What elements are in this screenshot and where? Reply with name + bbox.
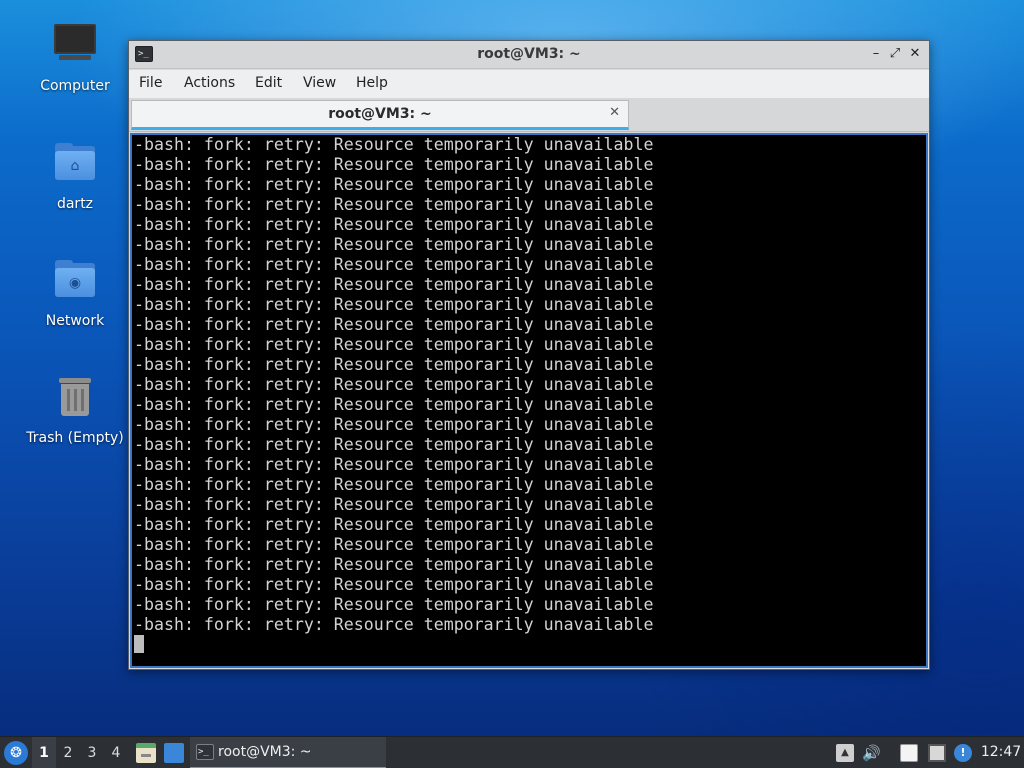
taskbar: ❂ 1 2 3 4 >_ root@VM3: ~ ▲ 🔊 ! 12:47 <box>0 736 1024 768</box>
tray-expand-icon[interactable]: ▲ <box>836 744 854 762</box>
home-folder-icon: ⌂ <box>51 140 99 188</box>
file-manager-icon[interactable] <box>136 743 156 763</box>
network-icon[interactable] <box>928 744 946 762</box>
terminal-line: -bash: fork: retry: Resource temporarily… <box>134 615 654 634</box>
menu-view[interactable]: View <box>303 75 336 91</box>
update-notifier-icon[interactable]: ! <box>954 744 972 762</box>
tab-bar: root@VM3: ~ ✕ <box>129 98 929 132</box>
network-folder-icon: ◉ <box>51 257 99 305</box>
terminal-line: -bash: fork: retry: Resource temporarily… <box>134 435 654 454</box>
terminal-line: -bash: fork: retry: Resource temporarily… <box>134 235 654 254</box>
desktop-icon-label: Computer <box>40 78 110 94</box>
terminal-window: >_ root@VM3: ~ – ⤢ ✕ File Actions Edit V… <box>128 40 930 670</box>
maximize-icon[interactable]: ⤢ <box>886 45 904 63</box>
terminal-icon: >_ <box>196 744 214 760</box>
clock[interactable]: 12:47 <box>980 744 1022 760</box>
tab-close-icon[interactable]: ✕ <box>609 105 620 120</box>
desktop-icon-network[interactable]: ◉ Network <box>20 255 130 345</box>
terminal-line: -bash: fork: retry: Resource temporarily… <box>134 515 654 534</box>
start-menu-icon[interactable]: ❂ <box>4 741 28 765</box>
terminal-line: -bash: fork: retry: Resource temporarily… <box>134 175 654 194</box>
taskbar-item-label: root@VM3: ~ <box>218 744 312 760</box>
menu-help[interactable]: Help <box>356 75 388 91</box>
close-icon[interactable]: ✕ <box>906 45 924 63</box>
terminal-line: -bash: fork: retry: Resource temporarily… <box>134 595 654 614</box>
terminal-line: -bash: fork: retry: Resource temporarily… <box>134 395 654 414</box>
window-title: root@VM3: ~ <box>477 46 581 62</box>
terminal-lines: -bash: fork: retry: Resource temporarily… <box>134 135 654 635</box>
terminal-line: -bash: fork: retry: Resource temporarily… <box>134 295 654 314</box>
terminal-line: -bash: fork: retry: Resource temporarily… <box>134 375 654 394</box>
window-titlebar[interactable]: >_ root@VM3: ~ – ⤢ ✕ <box>129 41 929 69</box>
terminal-line: -bash: fork: retry: Resource temporarily… <box>134 575 654 594</box>
terminal-output[interactable]: -bash: fork: retry: Resource temporarily… <box>130 133 928 668</box>
terminal-line: -bash: fork: retry: Resource temporarily… <box>134 535 654 554</box>
terminal-line: -bash: fork: retry: Resource temporarily… <box>134 475 654 494</box>
desktop-icon-trash[interactable]: Trash (Empty) <box>20 372 130 462</box>
computer-icon <box>51 22 99 70</box>
menu-edit[interactable]: Edit <box>255 75 282 91</box>
terminal-line: -bash: fork: retry: Resource temporarily… <box>134 335 654 354</box>
clipboard-icon[interactable] <box>900 744 918 762</box>
terminal-line: -bash: fork: retry: Resource temporarily… <box>134 155 654 174</box>
terminal-cursor <box>134 635 144 653</box>
workspace-1-button[interactable]: 1 <box>32 737 56 768</box>
workspace-2-button[interactable]: 2 <box>56 737 80 768</box>
terminal-line: -bash: fork: retry: Resource temporarily… <box>134 135 654 154</box>
terminal-line: -bash: fork: retry: Resource temporarily… <box>134 195 654 214</box>
desktop-icon-dartz[interactable]: ⌂ dartz <box>20 138 130 228</box>
workspace-3-button[interactable]: 3 <box>80 737 104 768</box>
terminal-line: -bash: fork: retry: Resource temporarily… <box>134 315 654 334</box>
terminal-line: -bash: fork: retry: Resource temporarily… <box>134 215 654 234</box>
show-desktop-icon[interactable] <box>164 743 184 763</box>
terminal-line: -bash: fork: retry: Resource temporarily… <box>134 355 654 374</box>
tab-terminal[interactable]: root@VM3: ~ ✕ <box>131 100 629 130</box>
menu-file[interactable]: File <box>139 75 162 91</box>
workspace-4-button[interactable]: 4 <box>104 737 128 768</box>
menu-actions[interactable]: Actions <box>184 75 235 91</box>
trash-icon <box>51 374 99 422</box>
desktop-icon-label: Trash (Empty) <box>26 430 124 446</box>
desktop-icon-label: Network <box>45 313 105 329</box>
desktop-icon-label: dartz <box>56 196 94 212</box>
volume-icon[interactable]: 🔊 <box>862 744 881 762</box>
terminal-line: -bash: fork: retry: Resource temporarily… <box>134 555 654 574</box>
taskbar-item-terminal[interactable]: >_ root@VM3: ~ <box>190 737 386 768</box>
tab-title: root@VM3: ~ <box>328 106 432 122</box>
terminal-line: -bash: fork: retry: Resource temporarily… <box>134 455 654 474</box>
minimize-icon[interactable]: – <box>867 45 885 63</box>
terminal-line: -bash: fork: retry: Resource temporarily… <box>134 275 654 294</box>
terminal-line: -bash: fork: retry: Resource temporarily… <box>134 255 654 274</box>
terminal-line: -bash: fork: retry: Resource temporarily… <box>134 495 654 514</box>
menu-bar: File Actions Edit View Help <box>129 70 929 98</box>
desktop-icon-computer[interactable]: Computer <box>20 20 130 110</box>
terminal-line: -bash: fork: retry: Resource temporarily… <box>134 415 654 434</box>
